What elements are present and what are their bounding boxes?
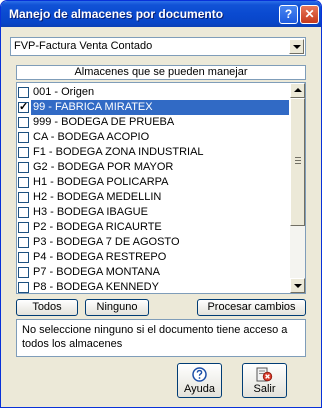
info-note: No seleccione ninguno si el documento ti… [16, 319, 306, 357]
warehouse-checkbox[interactable] [18, 162, 29, 173]
list-item[interactable]: P2 - BODEGA RICAURTE [17, 220, 289, 235]
warehouse-label: P3 - BODEGA 7 DE AGOSTO [33, 236, 180, 248]
salir-button[interactable]: Salir [242, 363, 287, 398]
scroll-thumb[interactable] [290, 98, 305, 226]
warehouse-label: 99 - FABRICA MIRATEX [31, 100, 289, 115]
warehouse-checkbox[interactable] [18, 237, 29, 248]
list-item[interactable]: G2 - BODEGA POR MAYOR [17, 160, 289, 175]
list-item[interactable]: 001 - Origen [17, 85, 289, 100]
window-title: Manejo de almacenes por documento [9, 7, 224, 21]
title-bar[interactable]: Manejo de almacenes por documento ? ✕ [1, 1, 321, 27]
help-icon [192, 367, 207, 382]
warehouse-label: H1 - BODEGA POLICARPA [33, 176, 169, 188]
list-item[interactable]: H3 - BODEGA IBAGUE [17, 205, 289, 220]
warehouse-label: 999 - BODEGA DE PRUEBA [33, 116, 175, 128]
ayuda-label: Ayuda [184, 383, 215, 395]
warehouse-label: 001 - Origen [33, 86, 95, 98]
warehouse-checkbox[interactable] [18, 192, 29, 203]
scroll-up-icon[interactable] [290, 83, 305, 98]
exit-icon [256, 367, 273, 382]
document-dropdown[interactable]: FVP-Factura Venta Contado [10, 37, 306, 56]
warehouse-checkbox[interactable] [18, 87, 29, 98]
document-dropdown-value: FVP-Factura Venta Contado [14, 40, 153, 52]
list-item[interactable]: P4 - BODEGA RESTREPO [17, 250, 289, 265]
chevron-down-icon[interactable] [289, 39, 304, 54]
grip-line [295, 157, 301, 158]
warehouse-label: H2 - BODEGA MEDELLIN [33, 191, 162, 203]
warehouse-label: P7 - BODEGA MONTANA [33, 266, 160, 278]
list-item[interactable]: CA - BODEGA ACOPIO [17, 130, 289, 145]
list-item[interactable]: H1 - BODEGA POLICARPA [17, 175, 289, 190]
warehouse-checkbox[interactable] [18, 100, 29, 113]
warehouse-checkbox[interactable] [18, 117, 29, 128]
title-help-button[interactable]: ? [279, 5, 298, 24]
grip-line [295, 163, 301, 164]
list-item[interactable]: H2 - BODEGA MEDELLIN [17, 190, 289, 205]
warehouse-checkbox[interactable] [18, 147, 29, 158]
warehouse-label: P4 - BODEGA RESTREPO [33, 251, 167, 263]
warehouse-checkbox[interactable] [18, 222, 29, 233]
warehouse-checkbox[interactable] [18, 132, 29, 143]
warehouse-checkbox[interactable] [18, 177, 29, 188]
list-item[interactable]: P3 - BODEGA 7 DE AGOSTO [17, 235, 289, 250]
warehouse-checkbox[interactable] [18, 252, 29, 263]
warehouse-checkbox[interactable] [18, 267, 29, 278]
warehouse-checkbox[interactable] [18, 282, 29, 293]
ninguno-button[interactable]: Ninguno [85, 299, 149, 316]
list-item[interactable]: F1 - BODEGA ZONA INDUSTRIAL [17, 145, 289, 160]
warehouse-label: H3 - BODEGA IBAGUE [33, 206, 148, 218]
list-item[interactable]: 999 - BODEGA DE PRUEBA [17, 115, 289, 130]
warehouse-label: F1 - BODEGA ZONA INDUSTRIAL [33, 146, 204, 158]
title-close-button[interactable]: ✕ [300, 5, 319, 24]
scroll-down-icon[interactable] [290, 278, 305, 293]
warehouse-label: CA - BODEGA ACOPIO [33, 131, 150, 143]
todos-button[interactable]: Todos [16, 299, 78, 316]
salir-label: Salir [253, 383, 276, 395]
procesar-cambios-button[interactable]: Procesar cambios [197, 299, 306, 316]
list-item[interactable]: P8 - BODEGA KENNEDY [17, 280, 289, 293]
warehouse-label: P8 - BODEGA KENNEDY [33, 281, 159, 293]
warehouse-checkbox[interactable] [18, 207, 29, 218]
dialog-window: Manejo de almacenes por documento ? ✕ FV… [0, 0, 322, 408]
list-item[interactable]: 99 - FABRICA MIRATEX [17, 100, 289, 115]
warehouses-list[interactable]: 001 - Origen 99 - FABRICA MIRATEX999 - BO… [16, 82, 306, 294]
list-item[interactable]: P7 - BODEGA MONTANA [17, 265, 289, 280]
warehouses-list-header: Almacenes que se pueden manejar [16, 65, 306, 80]
ayuda-button[interactable]: Ayuda [177, 363, 222, 398]
warehouse-label: G2 - BODEGA POR MAYOR [33, 161, 174, 173]
vertical-scrollbar[interactable] [290, 83, 305, 293]
grip-line [295, 160, 301, 161]
warehouse-label: P2 - BODEGA RICAURTE [33, 221, 162, 233]
